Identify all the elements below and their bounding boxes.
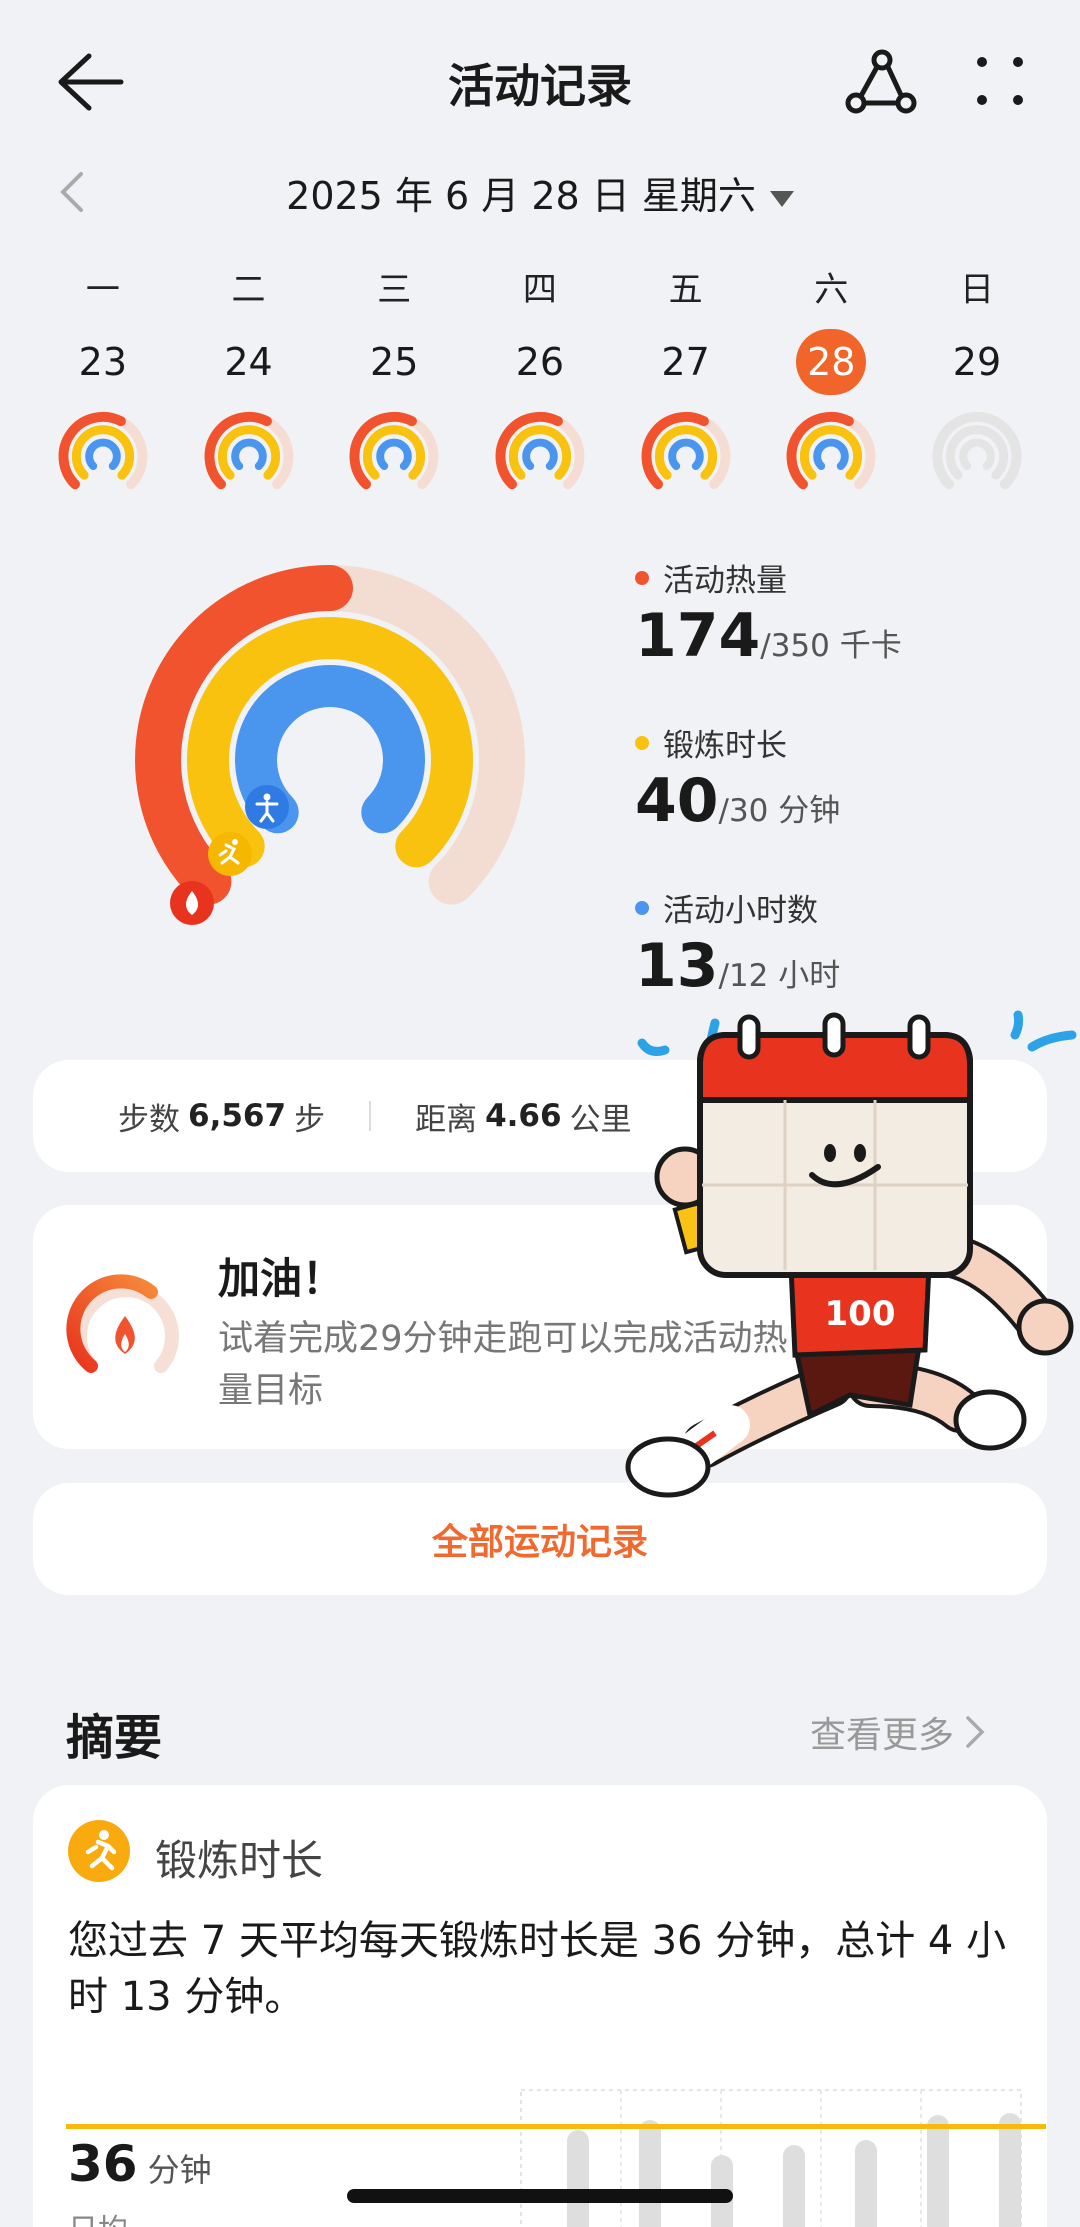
activity-stats: 活动热量 174/350 千卡 锻炼时长 40/30 分钟 活动小时数 13/1…	[635, 555, 902, 1050]
exercise-summary-text: 您过去 7 天平均每天锻炼时长是 36 分钟，总计 4 小时 13 分钟。	[68, 1918, 1007, 2020]
average-caption: 日均	[68, 2205, 128, 2227]
exercise-label: 锻炼时长	[663, 728, 787, 764]
chevron-right-icon	[966, 1716, 985, 1748]
calorie-stat[interactable]: 活动热量 174/350 千卡	[635, 555, 902, 682]
mini-ring-progress	[945, 425, 1009, 480]
day-thu[interactable]: 四 26	[467, 270, 613, 500]
day-number: 23	[78, 340, 128, 385]
weekday-label: 三	[377, 270, 412, 310]
mini-ring-progress	[667, 438, 704, 471]
mini-ring-progress	[522, 438, 558, 471]
exercise-summary-card[interactable]: 锻炼时长 您过去 7 天平均每天锻炼时长是 36 分钟，总计 4 小时 13 分…	[33, 1785, 1047, 2227]
runner-icon	[208, 832, 252, 876]
day-number-selected: 28	[796, 329, 867, 396]
distance-value: 4.66	[485, 1098, 562, 1134]
calorie-label: 活动热量	[663, 563, 787, 599]
exercise-value: 40	[635, 766, 719, 836]
mini-ring-progress	[654, 425, 717, 480]
stand-label: 活动小时数	[663, 893, 818, 929]
stand-stat[interactable]: 活动小时数 13/12 小时	[635, 885, 902, 1012]
calendar-mascot-sticker[interactable]: 100	[620, 1005, 1080, 1525]
mini-ring-progress	[800, 425, 863, 480]
bar	[855, 2140, 877, 2227]
more-icon[interactable]	[970, 52, 1030, 112]
mini-ring-icon	[58, 412, 148, 490]
mini-ring-icon	[204, 412, 293, 490]
day-number: 25	[370, 340, 419, 385]
mini-ring-progress	[217, 425, 280, 480]
exercise-dot	[635, 735, 649, 750]
weekday-label: 五	[668, 270, 703, 310]
calorie-goal: /350 千卡	[760, 628, 902, 664]
bar	[999, 2113, 1021, 2227]
mini-ring-progress	[959, 438, 995, 471]
cheer-title: 加油！	[218, 1254, 345, 1303]
mini-ring-icon	[495, 412, 585, 490]
average-unit: 分钟	[147, 2151, 212, 2189]
mini-ring-progress	[363, 425, 426, 480]
stand-value: 13	[635, 931, 719, 1001]
route-icon[interactable]	[840, 48, 920, 118]
home-indicator[interactable]	[347, 2189, 733, 2203]
day-sat[interactable]: 六 28	[758, 270, 904, 500]
stand-dot	[635, 900, 649, 915]
view-more-label: 查看更多	[810, 1715, 955, 1756]
mini-ring-progress	[85, 438, 121, 471]
view-more-link[interactable]: 查看更多	[810, 1706, 986, 1758]
caret-down-icon	[769, 190, 794, 207]
mini-ring-progress	[230, 438, 267, 471]
goal-line	[66, 2124, 1046, 2129]
exercise-summary-label: 锻炼时长	[155, 1836, 324, 1885]
weekday-label: 四	[522, 270, 557, 310]
day-sun[interactable]: 日 29	[904, 270, 1050, 500]
mini-ring-progress	[508, 425, 571, 480]
stand-goal: /12 小时	[718, 958, 841, 994]
exercise-stat[interactable]: 锻炼时长 40/30 分钟	[635, 720, 902, 847]
mini-ring-progress	[813, 438, 850, 471]
day-wed[interactable]: 三 25	[321, 270, 467, 500]
day-number: 29	[952, 340, 1002, 385]
bar	[639, 2120, 661, 2227]
steps-label: 步数	[118, 1101, 180, 1138]
runner-icon	[68, 1820, 130, 1882]
day-number: 26	[515, 340, 565, 385]
day-number: 24	[224, 340, 273, 385]
activity-rings[interactable]	[100, 545, 560, 965]
mini-ring-icon	[932, 412, 1022, 490]
bar	[927, 2115, 949, 2227]
mini-ring-icon	[349, 412, 439, 490]
day-tue[interactable]: 二 24	[176, 270, 322, 500]
flame-icon	[170, 881, 214, 925]
calorie-dot	[635, 570, 649, 585]
day-fri[interactable]: 五 27	[613, 270, 759, 500]
mini-ring-icon	[786, 412, 876, 490]
steps-unit: 步	[294, 1101, 326, 1138]
day-mon[interactable]: 一 23	[30, 270, 176, 500]
calorie-ring-icon	[66, 1274, 179, 1373]
week-strip: 一 23 二 24 三 25 四 26 五 27 六 28 日 29	[30, 270, 1050, 500]
weekday-label: 日	[959, 270, 994, 310]
day-number: 27	[661, 340, 710, 385]
distance-label: 距离	[415, 1101, 478, 1138]
summary-title: 摘要	[66, 1710, 163, 1766]
steps-value: 6,567	[188, 1098, 287, 1134]
mini-ring-icon	[641, 412, 731, 490]
calorie-value: 174	[635, 601, 761, 671]
shirt-number: 100	[825, 1294, 896, 1334]
bar	[567, 2130, 589, 2227]
date-label: 2025 年 6 月 28 日 星期六	[286, 174, 756, 218]
average-value: 36 分钟	[68, 2135, 212, 2193]
weekly-exercise-bars	[520, 2089, 1022, 2227]
divider	[369, 1101, 372, 1131]
stand-icon	[245, 785, 289, 829]
bar	[783, 2145, 805, 2227]
weekday-label: 六	[814, 270, 849, 310]
average-number: 36	[68, 2135, 138, 2193]
weekday-label: 一	[85, 270, 120, 310]
mini-ring-progress	[376, 438, 412, 471]
mini-ring-progress	[71, 425, 134, 480]
weekday-label: 二	[231, 270, 266, 310]
exercise-goal: /30 分钟	[718, 793, 841, 829]
date-selector[interactable]: 2025 年 6 月 28 日 星期六	[0, 165, 1080, 220]
